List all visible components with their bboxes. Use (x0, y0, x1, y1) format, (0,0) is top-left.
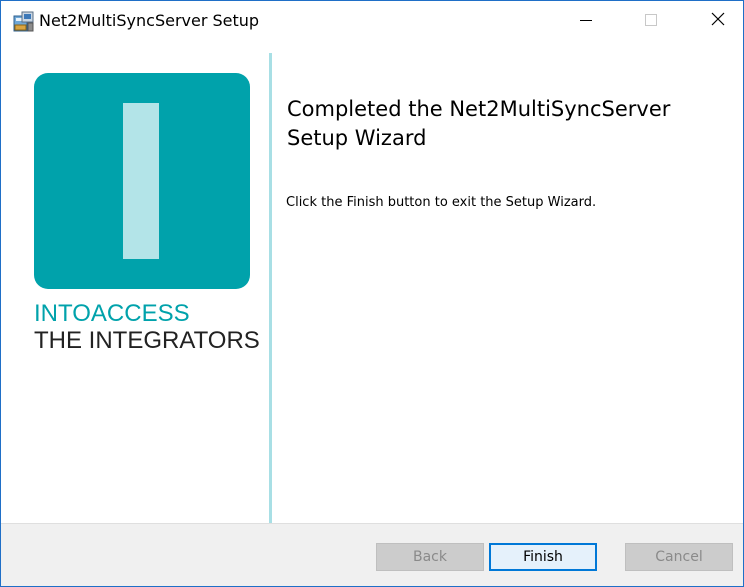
window-title: Net2MultiSyncServer Setup (39, 11, 260, 30)
brand-name: INTOACCESS (34, 300, 190, 327)
side-banner: INTOACCESS THE INTEGRATORS (1, 41, 269, 523)
maximize-icon (644, 12, 658, 31)
minimize-icon (579, 12, 593, 31)
close-icon (710, 11, 726, 31)
back-button[interactable]: Back (376, 543, 484, 571)
cancel-button[interactable]: Cancel (625, 543, 733, 571)
minimize-button[interactable] (563, 1, 609, 41)
brand-tagline: THE INTEGRATORS (34, 327, 260, 354)
title-bar[interactable]: Net2MultiSyncServer Setup (1, 1, 743, 41)
banner-divider (269, 53, 272, 523)
close-button[interactable] (695, 1, 741, 41)
instruction-text: Click the Finish button to exit the Setu… (286, 195, 597, 210)
setup-window: Net2MultiSyncServer Setup INTOACCESS THE… (0, 0, 744, 587)
installer-icon (13, 11, 35, 33)
page-title: Completed the Net2MultiSyncServer Setup … (287, 97, 671, 150)
maximize-button[interactable] (628, 1, 674, 41)
logo-bar (123, 103, 159, 259)
button-bar: Back Finish Cancel (1, 523, 743, 586)
finish-button[interactable]: Finish (489, 543, 597, 571)
intoaccess-logo (34, 73, 250, 289)
